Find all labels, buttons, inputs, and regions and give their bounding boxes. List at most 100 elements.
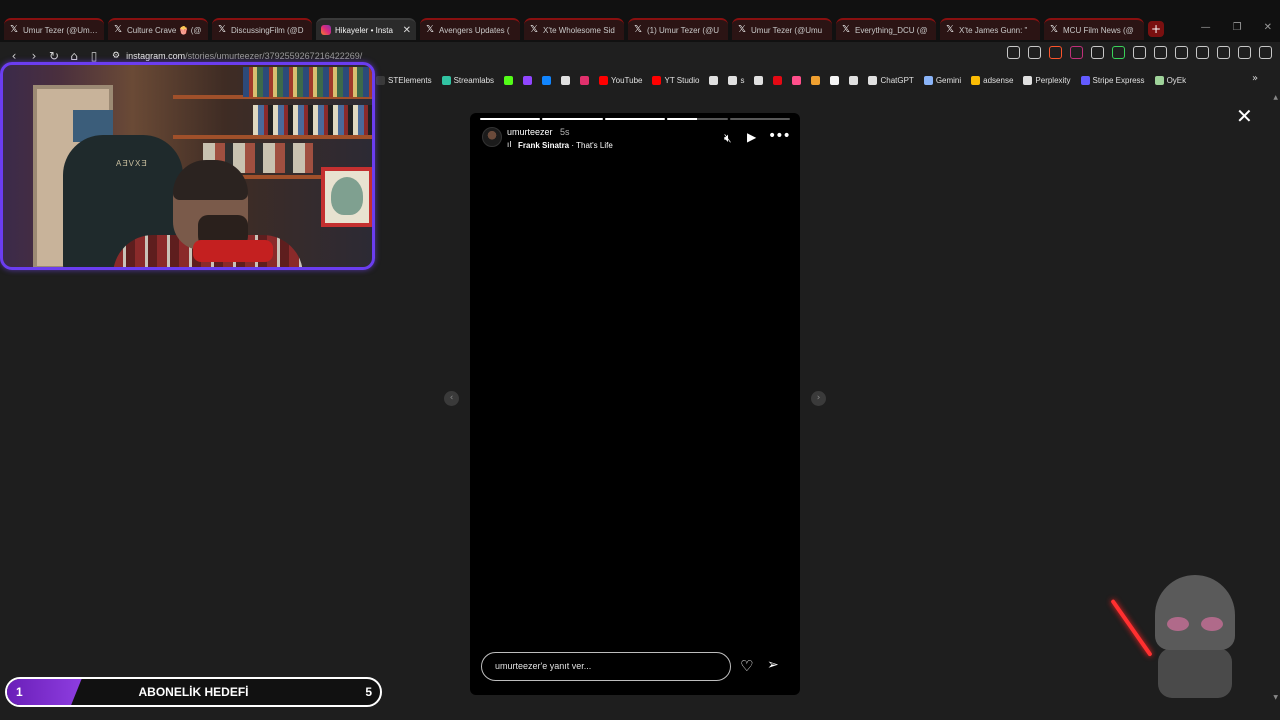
bookmark-0[interactable]: STElements: [376, 75, 432, 85]
scroll-up-icon[interactable]: ▲: [1273, 94, 1278, 101]
tab-9[interactable]: 𝕏 X'te James Gunn: ": [940, 18, 1040, 40]
bookmark-15[interactable]: [830, 75, 840, 85]
bookmark-7[interactable]: YouTube: [599, 75, 643, 85]
tab-title: DiscussingFilm (@D: [231, 25, 304, 35]
bookmark-13[interactable]: [792, 75, 802, 85]
bookmark-2[interactable]: [504, 75, 514, 85]
extension-glasses-icon[interactable]: [1091, 46, 1104, 59]
subscription-goal-bar: ABONELİK HEDEFİ 1 5: [5, 677, 382, 707]
bookmark-14[interactable]: [811, 75, 821, 85]
share-icon[interactable]: [1028, 46, 1041, 59]
bookmark-10[interactable]: s: [728, 75, 744, 85]
story-progress-segment: [480, 118, 541, 120]
bookmark-favicon-icon: [1154, 75, 1164, 85]
muted-icon[interactable]: 🔇︎: [724, 131, 732, 146]
like-icon[interactable]: ♡: [740, 657, 753, 675]
bookmark-21[interactable]: Stripe Express: [1080, 75, 1145, 85]
story-viewer[interactable]: umurteezer 5s ıl Frank Sinatra · That's …: [470, 113, 800, 695]
bookmarks-bar: STElements Streamlabs YouTube YT Studio s Cha…: [376, 70, 1280, 90]
url-path: /stories/umurteezer/3792559267216422269/: [185, 51, 363, 61]
tab-1[interactable]: 𝕏 Culture Crave 🍿 (@: [108, 18, 208, 40]
bookmark-favicon-icon: [811, 75, 821, 85]
bookmark-17[interactable]: ChatGPT: [868, 75, 914, 85]
bookmark-favicon-icon: [1023, 75, 1033, 85]
tab-5[interactable]: 𝕏 X'te Wholesome Sid: [524, 18, 624, 40]
capture-icon[interactable]: [1154, 46, 1167, 59]
tab-10[interactable]: 𝕏 MCU Film News (@: [1044, 18, 1144, 40]
bookmark-label: YouTube: [611, 75, 643, 85]
bookmark-6[interactable]: [580, 75, 590, 85]
tab-2[interactable]: 𝕏 DiscussingFilm (@D: [212, 18, 312, 40]
previous-story-button[interactable]: ‹: [444, 391, 459, 406]
story-progress-segment: [542, 118, 603, 120]
bookmark-label: Perplexity: [1035, 75, 1071, 85]
bookmark-label: ChatGPT: [880, 75, 914, 85]
bookmark-22[interactable]: OyEk: [1154, 75, 1186, 85]
bookmark-label: Streamlabs: [453, 75, 495, 85]
sidebar-icon[interactable]: [1175, 46, 1188, 59]
wallet-icon[interactable]: [1196, 46, 1209, 59]
bookmark-8[interactable]: YT Studio: [652, 75, 699, 85]
leo-ai-icon[interactable]: [1217, 46, 1230, 59]
close-tab-icon[interactable]: ✕: [403, 25, 411, 36]
yoda-drawing: [331, 177, 363, 215]
scroll-down-icon[interactable]: ▼: [1273, 694, 1278, 701]
x-icon: 𝕏: [113, 24, 123, 35]
tab-title: Umur Tezer (@Umu: [751, 25, 823, 35]
tab-0[interactable]: 𝕏 Umur Tezer (@Um…: [4, 18, 104, 40]
tab-8[interactable]: 𝕏 Everything_DCU (@: [836, 18, 936, 40]
x-icon: 𝕏: [841, 24, 851, 35]
vpn-icon[interactable]: [1238, 46, 1251, 59]
bookmark-16[interactable]: [849, 75, 859, 85]
tab-4[interactable]: 𝕏 Avengers Updates (: [420, 18, 520, 40]
reply-input[interactable]: umurteezer'e yanıt ver...: [481, 652, 731, 681]
bookmark-11[interactable]: [754, 75, 764, 85]
brave-shield-icon[interactable]: [1049, 46, 1062, 59]
bookmark-5[interactable]: [561, 75, 571, 85]
books: [253, 105, 372, 135]
bookmarks-overflow-icon[interactable]: »: [1252, 73, 1260, 84]
extensions-icon[interactable]: [1133, 46, 1146, 59]
bookmark-favicon-icon: [773, 75, 783, 85]
close-story-icon[interactable]: ✕: [1236, 104, 1253, 128]
story-progress-fill: [604, 118, 666, 120]
close-window-icon[interactable]: ✕: [1264, 22, 1272, 33]
tab-7[interactable]: 𝕏 Umur Tezer (@Umu: [732, 18, 832, 40]
next-story-button[interactable]: ›: [811, 391, 826, 406]
bookmark-1[interactable]: Streamlabs: [441, 75, 495, 85]
menu-icon[interactable]: [1259, 46, 1272, 59]
new-tab-button[interactable]: +: [1148, 21, 1164, 37]
minimize-icon[interactable]: —: [1201, 22, 1211, 33]
avatar[interactable]: [482, 127, 502, 147]
tab-title: Hikayeler • Insta: [335, 25, 393, 35]
rewards-icon[interactable]: [1070, 46, 1083, 59]
tab-3[interactable]: Hikayeler • Insta ✕: [316, 18, 416, 40]
window-controls: — ❐ ✕: [1201, 22, 1272, 33]
screenshot-icon[interactable]: [1007, 46, 1020, 59]
play-icon[interactable]: ▶: [747, 130, 756, 144]
bookmark-9[interactable]: [709, 75, 719, 85]
bookmark-20[interactable]: Perplexity: [1023, 75, 1071, 85]
story-progress-fill: [480, 118, 541, 120]
story-progress-segment: [667, 118, 728, 120]
tab-strip: 𝕏 Umur Tezer (@Um… 𝕏 Culture Crave 🍿 (@ 𝕏 Dis…: [0, 0, 1280, 42]
story-song[interactable]: Frank Sinatra · That's Life: [518, 141, 613, 150]
restore-icon[interactable]: ❐: [1233, 22, 1242, 33]
url-field[interactable]: ⚙ instagram.com/stories/umurteezer/37925…: [112, 51, 362, 61]
more-options-icon[interactable]: •••: [768, 128, 791, 144]
bookmark-12[interactable]: [773, 75, 783, 85]
microphone: [193, 240, 273, 262]
bookmark-19[interactable]: adsense: [971, 75, 1013, 85]
bookmark-18[interactable]: Gemini: [923, 75, 961, 85]
send-icon[interactable]: ➢: [767, 657, 779, 673]
bookmark-3[interactable]: [523, 75, 533, 85]
bookmark-favicon-icon: [792, 75, 802, 85]
bookmark-favicon-icon: [599, 75, 609, 85]
story-username[interactable]: umurteezer: [507, 127, 553, 137]
bookmark-favicon-icon: [923, 75, 933, 85]
extension-green-icon[interactable]: [1112, 46, 1125, 59]
scrollbar[interactable]: [1270, 92, 1280, 720]
site-info-icon[interactable]: ⚙: [112, 51, 120, 61]
bookmark-4[interactable]: [542, 75, 552, 85]
tab-6[interactable]: 𝕏 (1) Umur Tezer (@U: [628, 18, 728, 40]
